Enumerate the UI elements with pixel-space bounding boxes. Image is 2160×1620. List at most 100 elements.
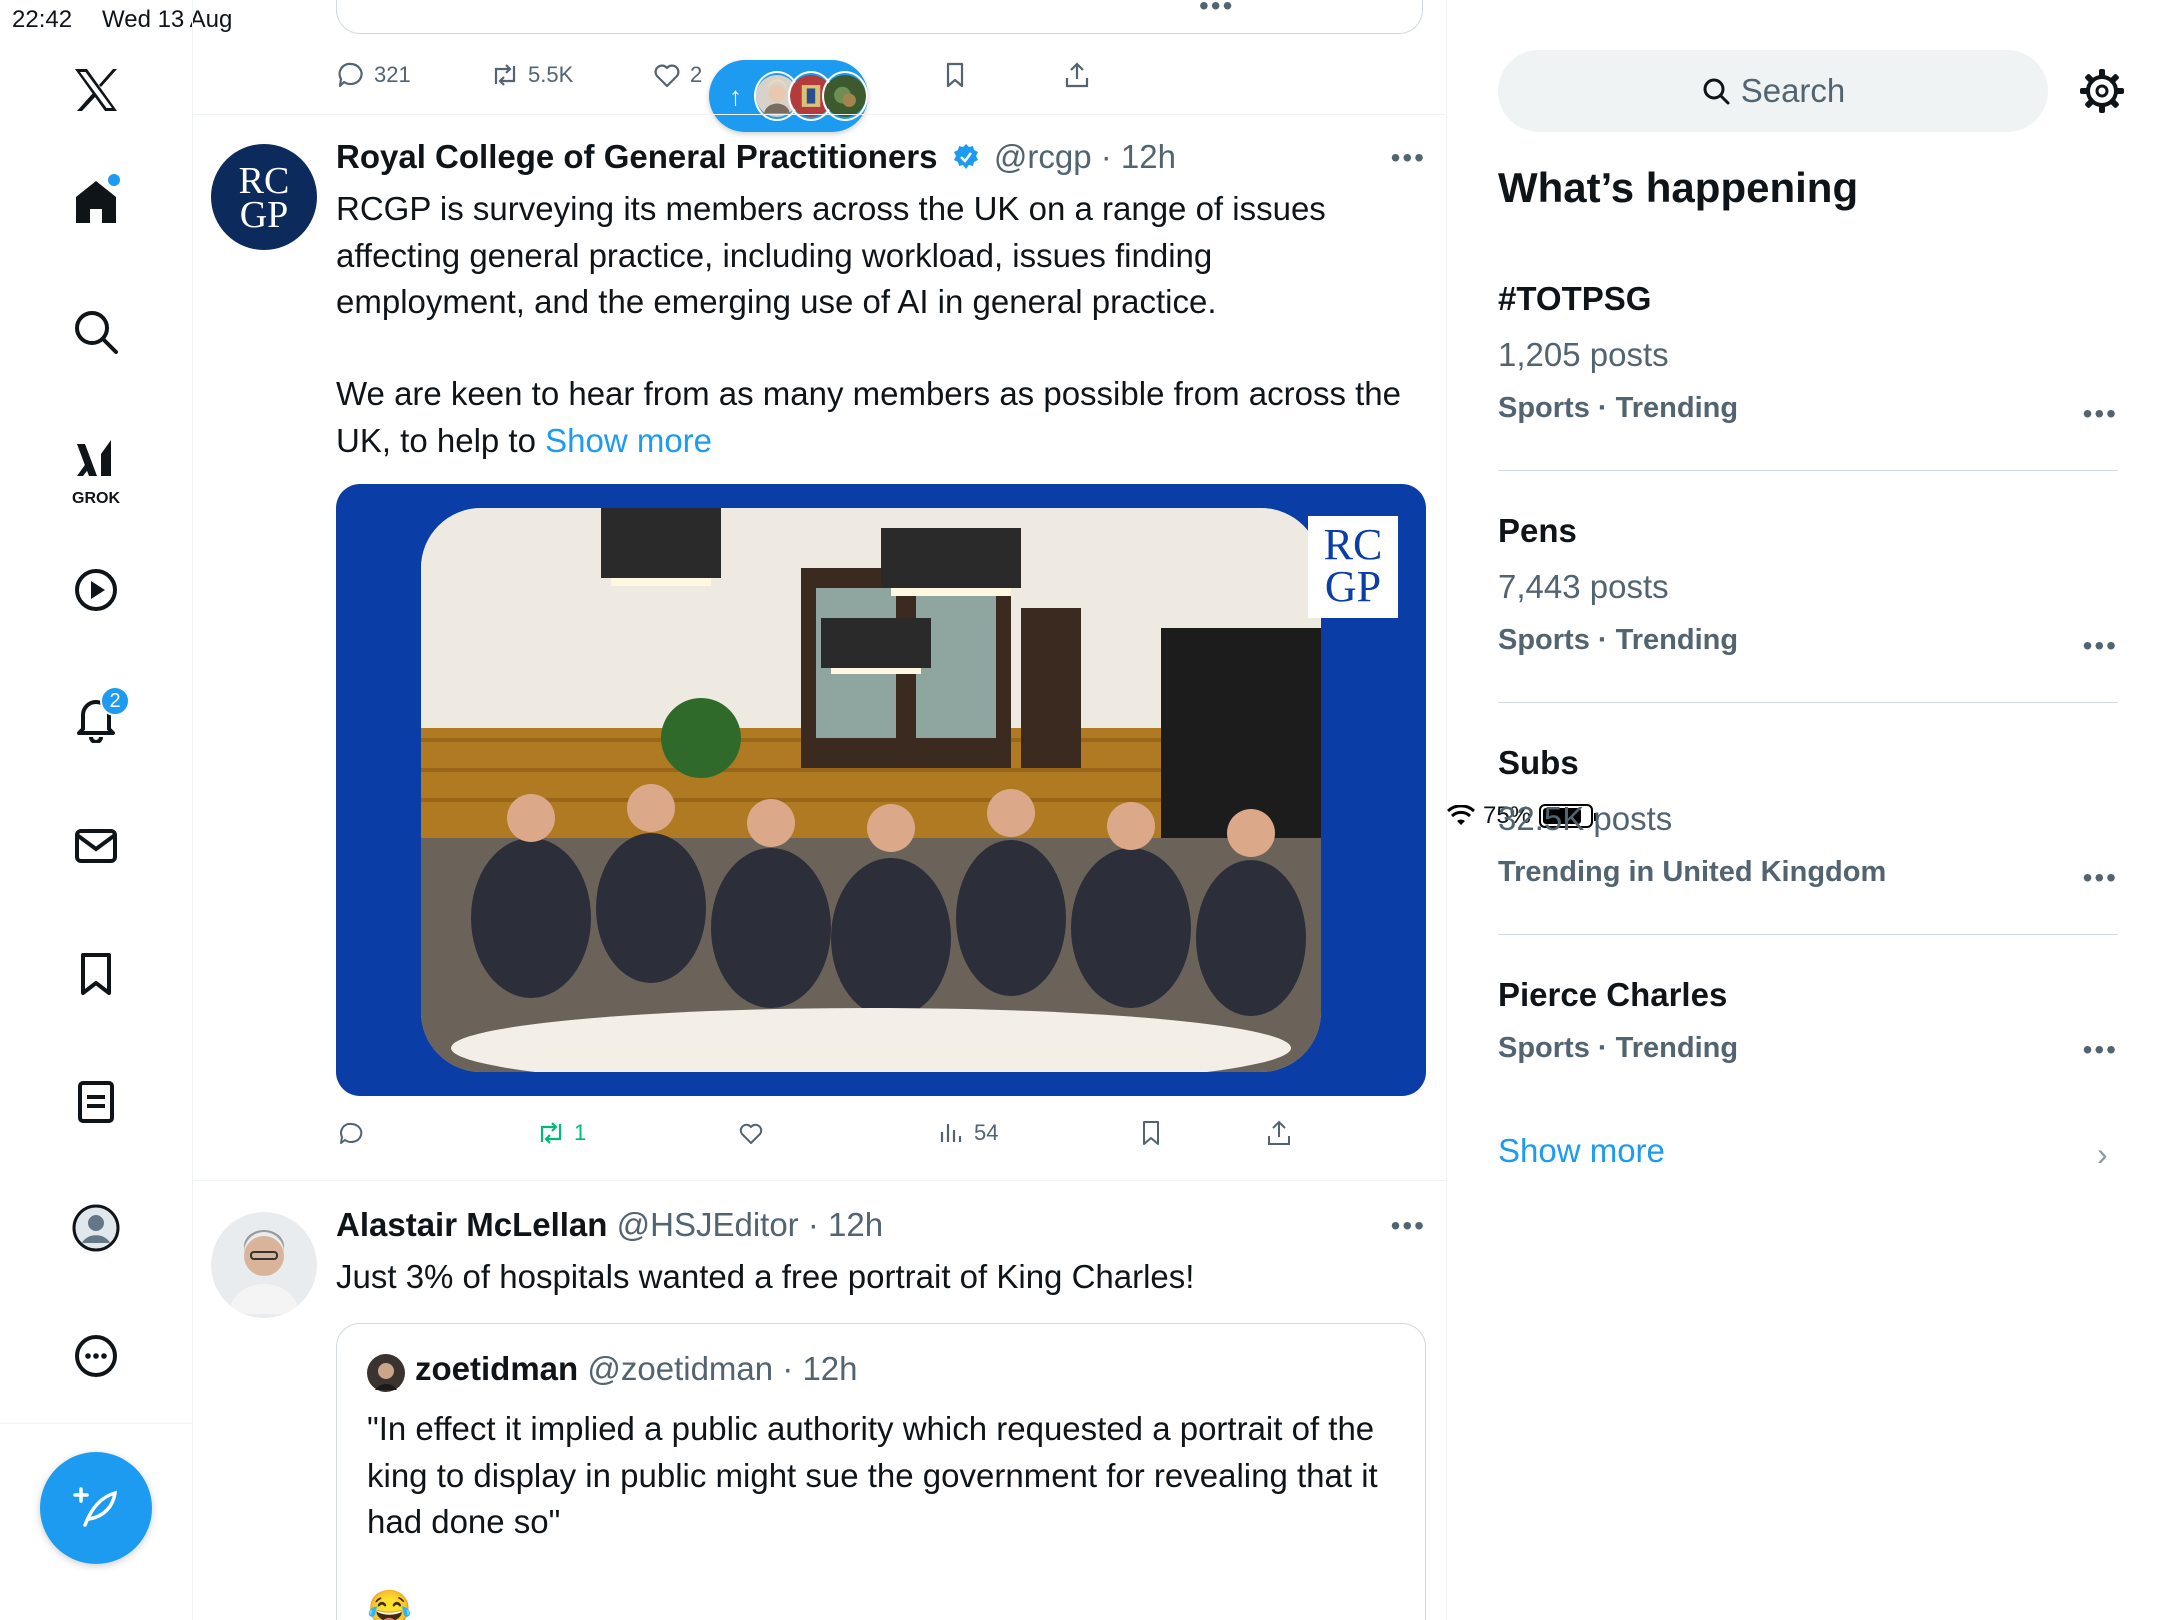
author-handle[interactable]: @rcgp	[994, 138, 1092, 175]
grok-icon	[77, 440, 111, 476]
search-input[interactable]: Search	[1498, 50, 2048, 132]
share-button[interactable]	[1062, 50, 1092, 100]
post-header: Alastair McLellan @HSJEditor · 12h	[336, 1206, 883, 1244]
like-button[interactable]	[736, 1108, 766, 1158]
whats-happening-title: What’s happening	[1498, 164, 1859, 211]
bookmark-button[interactable]	[1136, 1108, 1166, 1158]
trend-divider	[1498, 470, 2118, 471]
repost-button[interactable]: 5.5K	[490, 50, 573, 100]
post-divider	[193, 114, 1446, 115]
trend-item[interactable]: #TOTPSG 1,205 posts Sports · Trending ••…	[1498, 280, 2118, 429]
show-more-link[interactable]: Show more	[545, 422, 712, 459]
nav-profile[interactable]	[56, 1188, 136, 1268]
compose-post-button[interactable]	[40, 1452, 152, 1564]
search-icon	[75, 311, 118, 354]
bookmark-button[interactable]	[940, 50, 970, 100]
previous-quoted-card[interactable]: •••	[336, 0, 1423, 34]
quoted-author-handle[interactable]: @zoetidman	[587, 1350, 773, 1387]
share-icon	[1268, 1120, 1290, 1145]
unread-dot	[108, 174, 120, 186]
bookmark-icon	[81, 953, 111, 995]
bookmark-icon	[1143, 1121, 1159, 1145]
nav-bookmarks[interactable]	[56, 934, 136, 1014]
nav-messages[interactable]	[56, 806, 136, 886]
avatar[interactable]	[211, 1212, 317, 1318]
post-more-icon[interactable]: •••	[1391, 1210, 1426, 1242]
reply-button[interactable]	[336, 1108, 366, 1158]
trend-item[interactable]: Pens 7,443 posts Sports · Trending •••	[1498, 512, 2118, 661]
post-text: RCGP is surveying its members across the…	[336, 190, 1335, 320]
meeting-photo	[421, 508, 1321, 1072]
post-more-icon[interactable]: •••	[1391, 142, 1426, 174]
reply-icon	[340, 1122, 363, 1144]
quoted-post-header: zoetidman @zoetidman · 12h	[415, 1350, 858, 1388]
view-count: 54	[974, 1120, 999, 1145]
reply-button[interactable]: 321	[336, 50, 411, 100]
notifications-badge: 2	[100, 686, 130, 716]
nav-lists[interactable]	[56, 1062, 136, 1142]
list-document-icon	[78, 1081, 114, 1123]
show-more-link[interactable]: Show more	[1498, 1132, 1665, 1170]
post-header: Royal College of General Practitioners @…	[336, 138, 1176, 176]
post-media-image[interactable]: RC GP	[336, 484, 1426, 1096]
trend-context: Trending in United Kingdom	[1498, 856, 1887, 888]
like-count: 2	[690, 62, 703, 87]
envelope-icon	[75, 829, 117, 863]
trend-more-icon[interactable]: •••	[2083, 398, 2118, 430]
gear-icon[interactable]	[2077, 66, 2127, 116]
more-circle-icon	[75, 1335, 117, 1377]
nav-video[interactable]	[56, 550, 136, 630]
trend-more-icon[interactable]: •••	[2083, 1034, 2118, 1066]
quoted-author-name[interactable]: zoetidman	[415, 1350, 578, 1387]
nav-explore[interactable]	[56, 292, 136, 372]
x-logo-icon[interactable]	[56, 50, 136, 130]
post-text: Just 3% of hospitals wanted a free portr…	[336, 1258, 1195, 1295]
bookmark-icon	[946, 62, 964, 88]
trend-count: 32.5K posts	[1498, 800, 1673, 837]
repost-button[interactable]: 1	[536, 1108, 586, 1158]
post-divider	[193, 1180, 1446, 1181]
post-text-part: We are keen to hear from as many members…	[336, 375, 1411, 459]
trend-more-icon[interactable]: •••	[2083, 630, 2118, 662]
reply-count: 321	[374, 62, 411, 87]
like-button[interactable]: 2	[652, 50, 702, 100]
author-name[interactable]: Royal College of General Practitioners	[336, 138, 938, 175]
trend-count: 1,205 posts	[1498, 336, 1669, 373]
quoted-post[interactable]: zoetidman @zoetidman · 12h "In effect it…	[336, 1323, 1426, 1620]
nav-home[interactable]	[56, 162, 136, 242]
bar-chart-icon	[940, 1124, 962, 1142]
heart-icon	[739, 1123, 763, 1144]
repost-count: 1	[574, 1120, 587, 1145]
author-handle[interactable]: @HSJEditor	[617, 1206, 799, 1243]
author-name[interactable]: Alastair McLellan	[336, 1206, 607, 1243]
grok-label: GROK	[72, 490, 120, 507]
repost-count: 5.5K	[528, 62, 574, 87]
quoted-post-text: "In effect it implied a public authority…	[367, 1410, 1387, 1540]
nav-more[interactable]	[56, 1316, 136, 1396]
post-time: · 12h	[807, 1206, 884, 1243]
nav-divider	[0, 1423, 193, 1424]
trend-context: Sports · Trending	[1498, 392, 1739, 424]
share-button[interactable]	[1264, 1108, 1294, 1158]
chevron-right-icon: ›	[2097, 1136, 2108, 1172]
new-posts-pill[interactable]: ↑	[709, 60, 868, 132]
verified-badge-icon	[953, 144, 978, 169]
trend-item[interactable]: Subs 32.5K posts Trending in United King…	[1498, 744, 2118, 893]
nav-grok[interactable]: GROK	[56, 420, 136, 510]
feather-plus-icon	[73, 1487, 118, 1527]
views-button[interactable]: 54	[936, 1108, 998, 1158]
trend-item[interactable]: Pierce Charles Sports · Trending •••	[1498, 976, 2118, 1065]
avatar	[367, 1354, 405, 1392]
trend-name: Pierce Charles	[1498, 976, 1728, 1013]
trend-more-icon[interactable]: •••	[2083, 862, 2118, 894]
repost-icon	[494, 64, 516, 86]
drag-handle-icon: •••	[1199, 0, 1235, 21]
arrow-up-icon: ↑	[729, 80, 742, 111]
timeline-feed[interactable]: ••• 321 5.5K 2 ↑ RC GP Royal College of …	[193, 0, 1447, 1620]
previous-post-actions: 321 5.5K 2	[336, 50, 1423, 100]
trend-count: 7,443 posts	[1498, 568, 1669, 605]
avatar[interactable]: RC GP	[211, 144, 317, 250]
nav-notifications[interactable]: 2	[56, 678, 136, 758]
reply-icon	[338, 62, 363, 88]
trend-divider	[1498, 702, 2118, 703]
